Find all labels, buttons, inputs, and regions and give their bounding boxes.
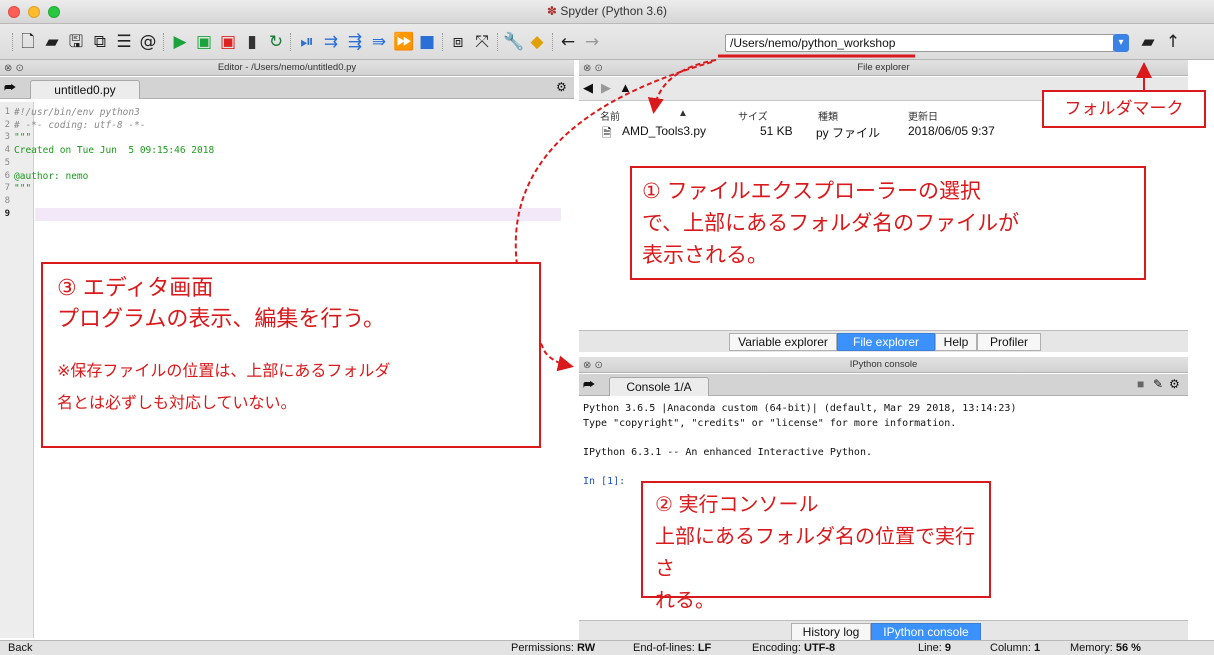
arrow-to-files <box>647 59 717 114</box>
callout-three-line1: ③ エディタ画面 <box>57 275 214 300</box>
callout-editor: ③ エディタ画面 プログラムの表示、編集を行う。 ※保存ファイルの位置は、上部に… <box>41 262 541 448</box>
callout-one-line1: ① ファイルエクスプローラーの選択 <box>642 180 982 203</box>
folder-mark-callout: フォルダマーク <box>1042 90 1206 128</box>
callout-one-line3: 表示される。 <box>642 244 768 267</box>
callout-three-line2: プログラムの表示、編集を行う。 <box>57 306 386 331</box>
callout-two-line2: 上部にあるフォルダ名の位置で実行さ <box>655 526 975 580</box>
callout-console: ② 実行コンソール 上部にあるフォルダ名の位置で実行さ れる。 <box>641 481 991 612</box>
callout-three-note1: ※保存ファイルの位置は、上部にあるフォルダ <box>57 363 391 380</box>
callout-two-line3: れる。 <box>655 590 715 612</box>
callout-three-note2: 名とは必ずしも対応していない。 <box>57 395 297 412</box>
callout-one-line2: で、上部にあるフォルダ名のファイルが <box>642 212 1020 235</box>
callout-two-line1: ② 実行コンソール <box>655 494 819 516</box>
callout-file-explorer: ① ファイルエクスプローラーの選択 で、上部にあるフォルダ名のファイルが 表示さ… <box>630 166 1146 280</box>
